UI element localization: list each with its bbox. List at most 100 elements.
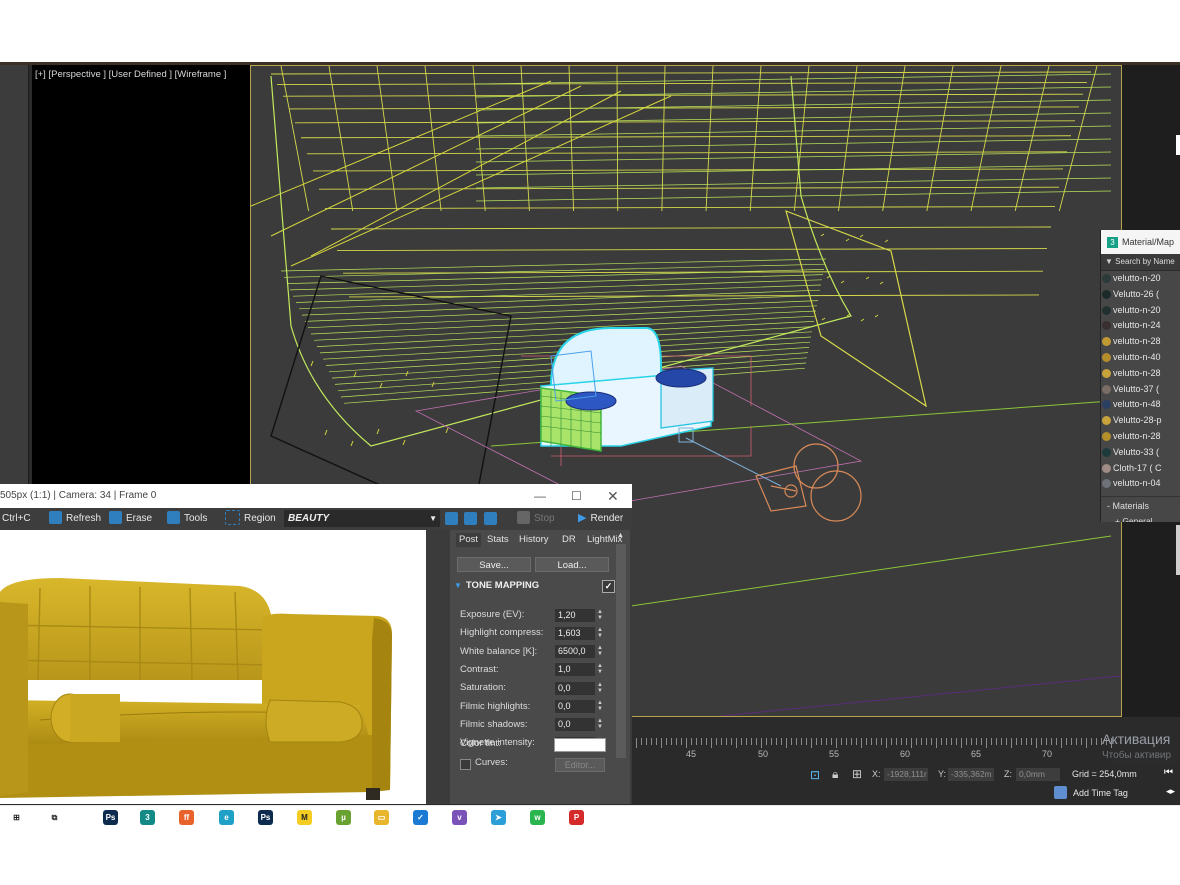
material-list-item[interactable]: velutto-n-28 [1101,334,1180,350]
material-search-field[interactable]: ▼ Search by Name [1101,254,1180,271]
photoshop-2-icon[interactable]: Ps [258,810,273,825]
file-explorer-icon[interactable]: ▭ [374,810,389,825]
chevron-down-icon[interactable]: ▼ [429,510,437,527]
material-list-item[interactable]: velutto-n-40 [1101,350,1180,366]
telegram-icon[interactable]: ➤ [491,810,506,825]
render-button[interactable]: ▶ Render [578,510,623,527]
material-list-item[interactable]: velutto-n-28 [1101,429,1180,445]
tools-button[interactable]: Tools [167,510,207,527]
add-time-tag-button[interactable]: Add Time Tag [1073,788,1128,798]
curves-checkbox[interactable] [460,759,471,770]
spinner-icon[interactable]: ▲▼ [597,609,603,622]
material-list-item[interactable]: Cloth-17 ( C [1101,461,1180,477]
render-toolbar: Ctrl+C Refresh Erase Tools Region BEAUTY… [0,508,632,530]
tone-mapping-enable-checkbox[interactable]: ✓ [602,580,615,593]
scroll-up-icon[interactable]: ▲ [617,532,624,539]
tab-stats[interactable]: Stats [487,533,509,547]
param-value-field[interactable]: 1,0 [555,663,595,677]
load-button[interactable]: Load... [535,557,609,572]
material-list-item[interactable]: Velutto-33 ( [1101,445,1180,461]
refresh-button[interactable]: Refresh [49,510,101,527]
z-coordinate-field[interactable]: 0,0mm [1016,768,1060,781]
3dsmax-icon[interactable]: 3 [140,810,155,825]
stop-icon [517,510,530,524]
absolute-mode-icon[interactable]: ⊞ [852,767,862,781]
vscode-icon[interactable]: ✓ [413,810,428,825]
material-list-item[interactable]: Velutto-26 ( [1101,287,1180,303]
param-value-field[interactable]: 0,0 [555,681,595,695]
tab-post[interactable]: Post [456,533,482,547]
render-element-select[interactable]: BEAUTY ▼ [284,510,440,527]
y-coordinate-field[interactable]: -335,362m [948,768,994,781]
stop-button[interactable]: Stop [517,510,555,527]
lock-icon[interactable]: 🔒︎ [832,767,838,782]
spinner-icon[interactable]: ▲▼ [597,663,603,676]
zoom-out-icon[interactable] [464,512,477,525]
windows-start-icon[interactable]: ⊞ [9,810,24,825]
render-window-titlebar[interactable]: 505px (1:1) | Camera: 34 | Frame 0 — ☐ ✕ [0,484,632,508]
material-list: velutto-n-20 Velutto-26 (velutto-n-20 velu… [1101,271,1180,492]
close-icon[interactable]: ✕ [607,484,619,508]
param-value-field[interactable]: 1,20 [555,608,595,622]
selection-lock-icon[interactable]: ⊡ [810,768,820,782]
param-value-field[interactable]: 1,603 [555,626,595,640]
utorrent-icon[interactable]: µ [336,810,351,825]
photoshop-icon[interactable]: Ps [103,810,118,825]
rendered-image[interactable] [0,530,426,804]
material-list-item[interactable]: velutto-n-20 [1101,303,1180,319]
zoom-fit-icon[interactable] [484,512,497,525]
general-section[interactable]: + General [1101,511,1180,522]
spinner-icon[interactable]: ▲▼ [597,627,603,640]
save-button[interactable]: Save... [457,557,531,572]
x-coordinate-field[interactable]: -1928,111r [884,768,928,781]
spinner-icon[interactable]: ▲▼ [597,682,603,695]
viber-icon[interactable]: v [452,810,467,825]
minimize-icon[interactable]: — [534,484,546,508]
editor-button[interactable]: Editor... [555,758,605,772]
tab-history[interactable]: History [519,533,549,547]
time-tag-icon[interactable] [1054,786,1067,799]
chevron-down-icon[interactable]: ▼ [1105,257,1113,266]
viewport-left-black[interactable] [32,65,250,485]
collapse-icon[interactable]: ▼ [454,581,462,590]
pdf-icon[interactable]: P [569,810,584,825]
color-tint-swatch[interactable] [554,738,606,752]
material-list-item[interactable]: Velutto-37 ( [1101,382,1180,398]
zoom-in-icon[interactable] [445,512,458,525]
material-list-item[interactable]: velutto-n-04 [1101,476,1180,492]
timeline-ruler[interactable]: 45 50 55 60 65 70 [630,735,1112,765]
viewport-label[interactable]: [+] [Perspective ] [User Defined ] [Wire… [35,69,226,80]
right-panel-scroll[interactable] [1176,525,1180,575]
edge-icon[interactable]: e [219,810,234,825]
material-list-item[interactable]: Velutto-28-p [1101,413,1180,429]
firefox-icon[interactable]: ff [179,810,194,825]
key-mode-icon[interactable]: ◂▸ [1166,786,1175,797]
copy-button[interactable]: Ctrl+C [2,510,31,527]
material-browser-title[interactable]: 3 Material/Map [1101,230,1180,254]
render-frame-window[interactable]: 505px (1:1) | Camera: 34 | Frame 0 — ☐ ✕… [0,484,632,804]
tab-dr[interactable]: DR [562,533,576,547]
material-list-item[interactable]: velutto-n-28 [1101,366,1180,382]
param-value-field[interactable]: 0,0 [555,718,595,732]
material-map-browser[interactable]: 3 Material/Map ▼ Search by Name velutto-n… [1100,230,1180,522]
material-list-item[interactable]: velutto-n-20 [1101,271,1180,287]
erase-button[interactable]: Erase [109,510,152,527]
materials-section[interactable]: - Materials [1101,496,1180,511]
tone-mapping-header[interactable]: ▼ TONE MAPPING ✓ [450,576,630,596]
whatsapp-icon[interactable]: w [530,810,545,825]
miro-icon[interactable]: M [297,810,312,825]
region-button[interactable]: Region [225,509,276,527]
timeline-tick [661,738,662,748]
spinner-icon[interactable]: ▲▼ [597,700,603,713]
material-list-item[interactable]: velutto-n-48 [1101,397,1180,413]
maximize-icon[interactable]: ☐ [571,484,582,508]
go-to-start-icon[interactable]: ⏮ [1164,767,1173,778]
timeline-tick [1036,738,1037,748]
task-view-icon[interactable]: ⧉ [47,810,62,825]
spinner-icon[interactable]: ▲▼ [597,718,603,731]
param-value-field[interactable]: 6500,0 [555,645,595,659]
spinner-icon[interactable]: ▲▼ [597,645,603,658]
param-value-field[interactable]: 0,0 [555,700,595,713]
panel-scrollbar[interactable] [616,544,626,758]
material-list-item[interactable]: velutto-n-24 [1101,318,1180,334]
